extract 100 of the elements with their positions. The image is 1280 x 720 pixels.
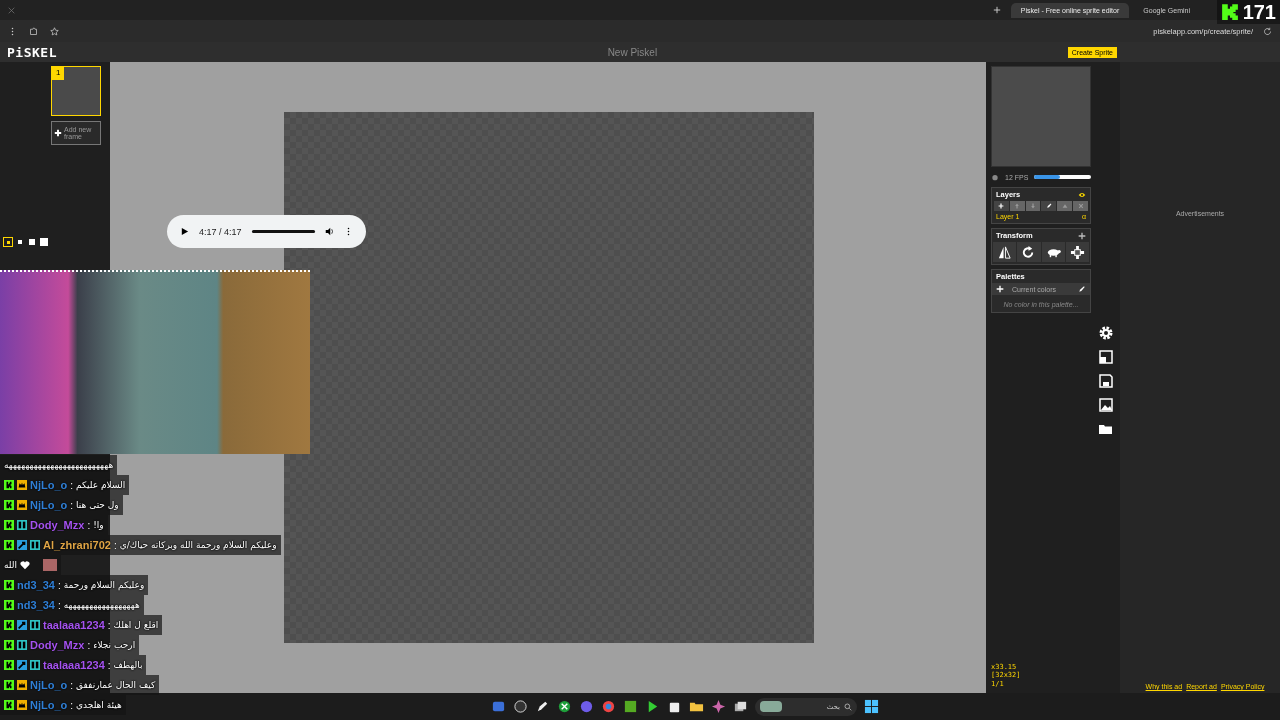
subscriber-badge-icon bbox=[30, 660, 40, 670]
block-icon[interactable] bbox=[623, 699, 638, 714]
chat-message: ارحب نجلاء bbox=[93, 640, 136, 650]
frame-thumbnail[interactable]: 1 bbox=[51, 66, 101, 116]
kick-badge-icon bbox=[4, 520, 14, 530]
image-icon[interactable] bbox=[1097, 397, 1114, 413]
landscape-icon bbox=[760, 701, 782, 712]
search-icon bbox=[844, 702, 852, 711]
rotate-button[interactable] bbox=[1017, 242, 1041, 262]
close-icon bbox=[1077, 203, 1084, 209]
chat-message: كيف الحال عمارنففق bbox=[76, 680, 156, 690]
app-logo: PiSKEL bbox=[6, 44, 58, 60]
move-down-button[interactable] bbox=[1025, 201, 1041, 211]
audio-time: 4:17 / 4:17 bbox=[199, 226, 242, 237]
crown-badge-icon bbox=[17, 680, 27, 690]
pencil-icon bbox=[1045, 203, 1052, 209]
chat-message: اقلع ل اهلك bbox=[113, 620, 159, 630]
chat-username: Dody_Mzx bbox=[30, 519, 85, 531]
chat-separator: : bbox=[70, 499, 74, 511]
chat-username: NjLo_o bbox=[30, 499, 68, 511]
viewer-counter: 171 bbox=[1216, 0, 1280, 24]
chat-message: السلام عليكم bbox=[76, 480, 126, 490]
chat-username: taalaaa1234 bbox=[43, 619, 105, 631]
close-icon[interactable] bbox=[8, 6, 15, 14]
subscriber-badge-icon bbox=[30, 540, 40, 550]
frame-number: 1 bbox=[52, 67, 65, 80]
chat-separator: : bbox=[107, 619, 111, 631]
fps-slider[interactable] bbox=[1034, 175, 1091, 179]
emote-icon bbox=[43, 559, 58, 571]
subscriber-badge-icon bbox=[17, 640, 27, 650]
merge-layer-button[interactable] bbox=[1057, 201, 1073, 211]
arrow-up-icon bbox=[1014, 203, 1021, 209]
chat-message: الله bbox=[4, 560, 18, 570]
edit-layer-button[interactable] bbox=[1041, 201, 1057, 211]
chat-message: وعليكم السلام ورحمة bbox=[63, 580, 145, 590]
sheep-button[interactable] bbox=[1041, 242, 1065, 262]
chat-message: هههههههههههههههههه bbox=[63, 600, 140, 610]
crown-badge-icon bbox=[17, 500, 27, 510]
chat-separator: : bbox=[70, 479, 74, 491]
chat-message: وا! bbox=[93, 520, 104, 530]
chat-separator: : bbox=[70, 679, 74, 691]
chat-separator: : bbox=[70, 699, 74, 711]
chat-separator: : bbox=[107, 659, 111, 671]
star-icon[interactable] bbox=[50, 26, 59, 36]
sparkle-icon[interactable] bbox=[711, 699, 726, 714]
gift-badge-icon bbox=[17, 540, 27, 550]
reload-icon[interactable] bbox=[1263, 26, 1272, 36]
kick-badge-icon bbox=[4, 580, 14, 590]
eye-icon[interactable] bbox=[1078, 190, 1086, 199]
chat-message: بالهطف bbox=[113, 660, 143, 670]
chat-separator: : bbox=[57, 579, 61, 591]
chat-username: Dody_Mzx bbox=[30, 639, 85, 651]
start-icon[interactable] bbox=[864, 699, 879, 714]
circle-icon[interactable] bbox=[513, 699, 528, 714]
browser-icon[interactable] bbox=[601, 699, 616, 714]
save-icon[interactable] bbox=[1097, 373, 1114, 389]
chat-username: Al_zhrani702 bbox=[43, 539, 111, 551]
subscriber-badge-icon bbox=[30, 620, 40, 630]
play-icon[interactable] bbox=[180, 227, 189, 236]
kick-badge-icon bbox=[4, 500, 14, 510]
flip-button[interactable] bbox=[993, 242, 1017, 262]
kick-badge-icon bbox=[4, 680, 14, 690]
kick-logo-icon bbox=[1220, 3, 1239, 21]
chat-username: nd3_34 bbox=[17, 579, 55, 591]
move-icon bbox=[1069, 244, 1085, 260]
kick-badge-icon bbox=[4, 620, 14, 630]
heart-icon bbox=[20, 560, 31, 570]
pen-size-option[interactable] bbox=[3, 237, 13, 247]
chat-username: nd3_34 bbox=[17, 599, 55, 611]
triangle-icon bbox=[1061, 203, 1068, 209]
pencil-icon[interactable] bbox=[1078, 285, 1086, 293]
chat-separator: : bbox=[57, 599, 61, 611]
chat-username: NjLo_o bbox=[30, 479, 68, 491]
settings-icon[interactable] bbox=[1097, 325, 1114, 341]
window-icon[interactable] bbox=[491, 699, 506, 714]
add-layer-button[interactable] bbox=[994, 201, 1009, 211]
kick-badge-icon bbox=[4, 600, 14, 610]
seek-slider[interactable] bbox=[251, 230, 315, 233]
xbox-icon[interactable] bbox=[557, 699, 572, 714]
volume-icon[interactable] bbox=[325, 227, 334, 236]
chat-separator: : bbox=[113, 539, 117, 551]
plus-icon[interactable] bbox=[1078, 231, 1086, 240]
kick-badge-icon bbox=[4, 480, 14, 490]
move-up-button[interactable] bbox=[1009, 201, 1025, 211]
chat-message: وعليكم السلام ورحمة الله وبركاته حياك/ي bbox=[119, 540, 277, 550]
center-button[interactable] bbox=[1065, 242, 1089, 262]
onion-skin-icon[interactable] bbox=[991, 173, 999, 181]
windows-stack-icon[interactable] bbox=[733, 699, 748, 714]
kick-badge-icon bbox=[4, 700, 14, 710]
kick-badge-icon bbox=[4, 640, 14, 650]
new-tab-button[interactable] bbox=[992, 6, 1001, 14]
chat-separator: : bbox=[87, 639, 91, 651]
pen-size-option[interactable] bbox=[39, 237, 49, 247]
chat-username: taalaaa1234 bbox=[43, 659, 105, 671]
plus-icon bbox=[54, 129, 62, 137]
resize-icon[interactable] bbox=[1097, 349, 1114, 365]
gift-badge-icon bbox=[17, 660, 27, 670]
pen-icon[interactable] bbox=[535, 699, 550, 714]
pen-size-option[interactable] bbox=[27, 237, 37, 247]
crown-badge-icon bbox=[17, 700, 27, 710]
